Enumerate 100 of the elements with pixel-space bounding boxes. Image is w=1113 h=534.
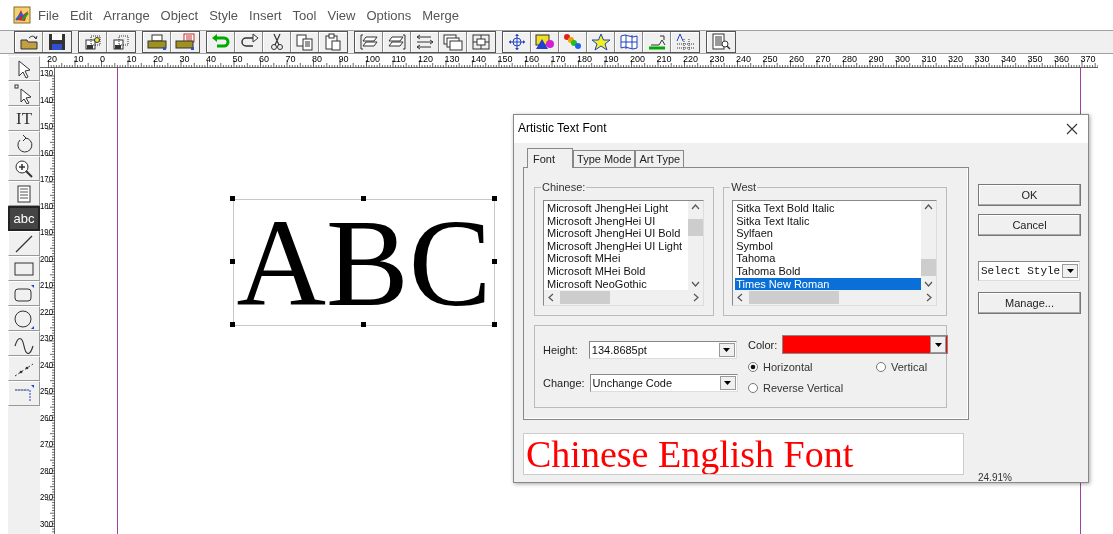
ruler-label: 250 — [40, 386, 55, 396]
ruler-label: 110 — [391, 54, 406, 64]
ruler-label: 140 — [40, 94, 55, 105]
ruler-label: 270 — [40, 439, 55, 449]
manage-button[interactable]: Manage... — [978, 292, 1081, 314]
ruler-label: 200 — [40, 253, 55, 264]
menu-item[interactable]: Options — [362, 7, 417, 23]
ruler-label: 150 — [497, 54, 513, 64]
ruler-label: 190 — [603, 54, 619, 64]
menu-item[interactable]: Style — [205, 7, 244, 23]
radio-option[interactable]: Vertical — [876, 361, 949, 373]
tool-button[interactable]: abc — [8, 206, 40, 231]
menu-item[interactable]: Tool — [288, 7, 322, 23]
ruler-label: 120 — [418, 54, 434, 64]
ruler-label: 70 — [285, 54, 296, 64]
ruler-label: 60 — [259, 54, 269, 64]
text-object[interactable]: ABC — [233, 199, 495, 326]
ruler-label: 160 — [524, 54, 540, 64]
menu-item[interactable]: Edit — [65, 7, 98, 23]
ruler-label: 270 — [815, 54, 831, 64]
ruler-label: 240 — [736, 54, 752, 64]
radio-option[interactable]: Reverse Vertical — [748, 382, 876, 394]
field-label: Height: — [543, 344, 578, 356]
menu-item[interactable]: Merge — [418, 7, 465, 23]
ruler-label: 370 — [1080, 54, 1096, 64]
field-label: Color: — [748, 338, 778, 351]
ruler-label: 130 — [40, 68, 55, 78]
menu-item[interactable]: Arrange — [99, 7, 155, 23]
ruler-label: 220 — [683, 54, 699, 64]
dialog-title: Artistic Text Font — [518, 121, 607, 135]
ruler-label: 250 — [762, 54, 778, 64]
list-item[interactable]: Microsoft JhengHei UI Light — [546, 239, 689, 253]
ruler-label: 300 — [40, 518, 55, 529]
ruler-label: 180 — [577, 54, 593, 64]
font-list[interactable]: Sitka Text Bold Italic Sitka Text Italic Sylfaen Symbol Tahoma Tahoma Bold Times New Roman — [732, 200, 937, 306]
ruler-label: 170 — [550, 54, 566, 64]
menu-item[interactable]: Object — [156, 7, 204, 23]
ruler-label: 300 — [895, 54, 911, 64]
radio-option[interactable]: Horizontal — [748, 361, 876, 373]
ruler-label: 280 — [40, 465, 55, 476]
group-label: Chinese: — [541, 181, 587, 193]
ruler-label: 30 — [179, 54, 190, 64]
list-item[interactable]: Microsoft MHei — [546, 252, 689, 265]
list-item[interactable]: Sylfaen — [735, 227, 921, 240]
ruler-label: 80 — [312, 54, 322, 64]
list-item[interactable]: Sitka Text Italic — [735, 214, 921, 228]
ruler-label: 320 — [948, 54, 964, 64]
ruler-label: 50 — [232, 54, 243, 64]
dropdown[interactable]: Unchange Code — [589, 374, 738, 392]
list-item[interactable]: Tahoma — [735, 252, 921, 265]
tab[interactable]: Art Type — [635, 150, 685, 167]
ruler-label: 200 — [630, 54, 646, 64]
ruler-label: 240 — [40, 359, 55, 370]
ruler-label: 220 — [40, 306, 55, 317]
ruler-label: 150 — [40, 121, 55, 131]
ruler-label: 190 — [40, 227, 55, 237]
ruler-label: 10 — [73, 54, 84, 64]
tab[interactable]: Type Mode — [573, 150, 636, 167]
ruler-label: 10 — [126, 54, 137, 64]
list-item[interactable]: Microsoft MHei Bold — [546, 264, 689, 278]
ruler-label: 290 — [868, 54, 884, 64]
menu-item[interactable]: Insert — [245, 7, 287, 23]
ruler-label: 280 — [842, 54, 858, 64]
menu-item[interactable]: File — [34, 7, 64, 23]
zoom-level: 24.91% — [978, 472, 1012, 483]
dropdown[interactable]: 134.8685pt — [588, 341, 737, 359]
list-item[interactable]: Tahoma Bold — [735, 264, 921, 278]
ruler-label: 260 — [40, 412, 55, 423]
ruler-label: 210 — [40, 280, 55, 290]
style-dropdown[interactable]: Select Style — [978, 261, 1080, 281]
list-item[interactable]: Sitka Text Bold Italic — [735, 202, 921, 215]
ruler-label: 230 — [40, 333, 55, 343]
cancel-button[interactable]: Cancel — [978, 214, 1081, 236]
menu-item[interactable]: View — [323, 7, 361, 23]
list-item[interactable]: Microsoft JhengHei UI Bold — [546, 227, 689, 240]
list-item[interactable]: Microsoft NeoGothic — [546, 277, 689, 290]
list-item[interactable]: Microsoft JhengHei Light — [546, 202, 689, 215]
group-label: West — [730, 181, 758, 193]
ruler-label: 20 — [47, 54, 57, 64]
list-item[interactable]: Symbol — [735, 239, 921, 253]
ruler-label: 90 — [338, 54, 349, 64]
ok-button[interactable]: OK — [978, 184, 1081, 206]
ruler-label: 180 — [40, 200, 55, 211]
tab[interactable]: Font — [527, 148, 573, 168]
ruler-label: 350 — [1027, 54, 1043, 64]
ruler-label: 230 — [709, 54, 725, 64]
ruler-label: 140 — [471, 54, 487, 64]
ruler-label: 100 — [365, 54, 381, 64]
font-list[interactable]: Microsoft JhengHei Light Microsoft JhengHei UI Microsoft JhengHei UI Bold Microsoft JhengHei UI Light Microsoft MHei Microsoft MHei Bold Microsoft NeoGothic — [543, 200, 705, 306]
ruler-label: 130 — [444, 54, 460, 64]
ruler-label: 160 — [40, 147, 55, 158]
ruler-label: 0 — [100, 54, 105, 64]
ruler-label: 20 — [153, 54, 163, 64]
ruler-label: 40 — [206, 54, 216, 64]
ruler-label: 360 — [1054, 54, 1070, 64]
list-item[interactable]: Microsoft JhengHei UI — [546, 214, 689, 228]
ruler-label: 340 — [1001, 54, 1017, 64]
list-item[interactable]: Times New Roman — [735, 277, 921, 290]
ruler-label: 330 — [974, 54, 990, 64]
tool-button[interactable]: IT — [8, 106, 40, 131]
